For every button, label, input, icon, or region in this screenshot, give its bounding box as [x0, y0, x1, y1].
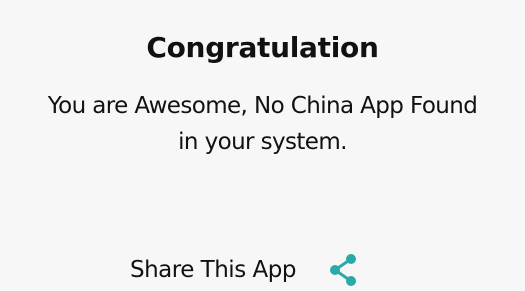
result-message: You are Awesome, No China App Found in y… — [0, 88, 525, 160]
share-icon[interactable] — [328, 253, 358, 287]
result-message-line-1: You are Awesome, No China App Found — [47, 93, 478, 119]
result-screen: Congratulation You are Awesome, No China… — [0, 0, 525, 291]
share-app-button[interactable]: Share This App — [130, 252, 358, 288]
share-app-label: Share This App — [130, 257, 296, 283]
page-title: Congratulation — [146, 31, 379, 64]
result-message-line-2: in your system. — [178, 129, 347, 155]
